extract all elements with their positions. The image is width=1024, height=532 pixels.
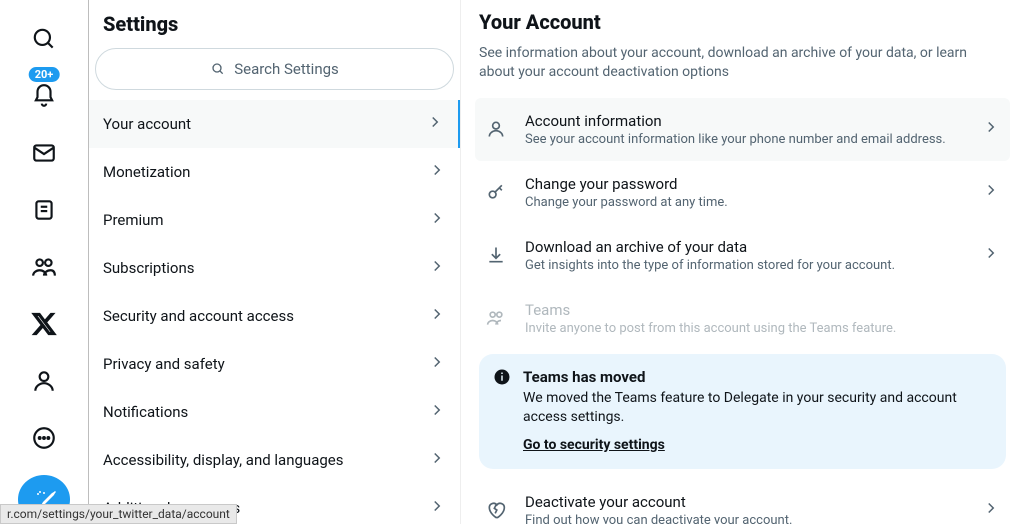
settings-item-security[interactable]: Security and account access [89, 292, 460, 340]
search-icon [210, 61, 226, 77]
settings-item-monetization[interactable]: Monetization [89, 148, 460, 196]
detail-subtitle: See information about your account, down… [475, 44, 1010, 98]
notice-link[interactable]: Go to security settings [523, 437, 990, 453]
chevron-right-icon [428, 449, 446, 471]
settings-item-privacy[interactable]: Privacy and safety [89, 340, 460, 388]
nav-rail: 20+ [0, 0, 88, 524]
detail-item-teams: Teams Invite anyone to post from this ac… [475, 287, 1010, 350]
detail-item-title: Download an archive of your data [525, 238, 964, 256]
search-settings-input[interactable]: Search Settings [95, 48, 454, 90]
profile-nav-icon[interactable] [19, 357, 69, 404]
search-nav-icon[interactable] [19, 16, 69, 63]
settings-item-label: Privacy and safety [103, 355, 225, 373]
detail-item-download-archive[interactable]: Download an archive of your data Get ins… [475, 224, 1010, 287]
chevron-right-icon [428, 497, 446, 519]
detail-item-account-info[interactable]: Account information See your account inf… [475, 98, 1010, 161]
notifications-nav-icon[interactable]: 20+ [19, 73, 69, 120]
chevron-right-icon [428, 305, 446, 327]
detail-item-desc: Find out how you can deactivate your acc… [525, 513, 964, 524]
chevron-right-icon [428, 257, 446, 279]
search-placeholder: Search Settings [234, 60, 339, 78]
settings-item-subscriptions[interactable]: Subscriptions [89, 244, 460, 292]
settings-item-label: Monetization [103, 163, 190, 181]
x-logo-nav-icon[interactable] [19, 301, 69, 348]
chevron-right-icon [428, 353, 446, 375]
detail-column: Your Account See information about your … [461, 0, 1024, 524]
chevron-right-icon [426, 113, 444, 135]
settings-list: Your account Monetization Premium Subscr… [89, 100, 460, 532]
chevron-right-icon [428, 209, 446, 231]
detail-item-desc: Get insights into the type of informatio… [525, 258, 964, 273]
chevron-right-icon [982, 181, 1000, 203]
status-bar-url: r.com/settings/your_twitter_data/account [0, 504, 237, 524]
person-icon [485, 119, 507, 139]
people-icon [485, 308, 507, 328]
messages-nav-icon[interactable] [19, 130, 69, 177]
settings-title: Settings [89, 6, 460, 48]
detail-item-desc: See your account information like your p… [525, 132, 964, 147]
chevron-right-icon [428, 401, 446, 423]
detail-title: Your Account [475, 6, 1010, 44]
chevron-right-icon [982, 244, 1000, 266]
settings-item-label: Security and account access [103, 307, 294, 325]
settings-item-notifications[interactable]: Notifications [89, 388, 460, 436]
chevron-right-icon [982, 118, 1000, 140]
detail-item-deactivate[interactable]: Deactivate your account Find out how you… [475, 479, 1010, 524]
detail-item-desc: Change your password at any time. [525, 195, 964, 210]
settings-item-your-account[interactable]: Your account [89, 100, 460, 148]
settings-item-label: Premium [103, 211, 164, 229]
settings-item-accessibility[interactable]: Accessibility, display, and languages [89, 436, 460, 484]
detail-item-title: Deactivate your account [525, 493, 964, 511]
key-icon [485, 182, 507, 202]
detail-item-change-password[interactable]: Change your password Change your passwor… [475, 161, 1010, 224]
chevron-right-icon [982, 499, 1000, 521]
notice-title: Teams has moved [523, 368, 990, 386]
settings-item-label: Accessibility, display, and languages [103, 451, 343, 469]
communities-nav-icon[interactable] [19, 244, 69, 291]
heartbreak-icon [485, 500, 507, 520]
lists-nav-icon[interactable] [19, 187, 69, 234]
teams-moved-notice: Teams has moved We moved the Teams featu… [479, 354, 1006, 469]
settings-item-label: Notifications [103, 403, 188, 421]
detail-item-desc: Invite anyone to post from this account … [525, 321, 1000, 336]
info-icon [493, 368, 511, 386]
more-nav-icon[interactable] [19, 414, 69, 461]
settings-column: Settings Search Settings Your account Mo… [89, 0, 461, 524]
settings-item-premium[interactable]: Premium [89, 196, 460, 244]
chevron-right-icon [428, 161, 446, 183]
notification-badge: 20+ [29, 67, 60, 82]
detail-item-title: Teams [525, 301, 1000, 319]
settings-item-label: Subscriptions [103, 259, 194, 277]
detail-item-title: Account information [525, 112, 964, 130]
notice-body: We moved the Teams feature to Delegate i… [523, 389, 990, 427]
download-icon [485, 245, 507, 265]
detail-item-title: Change your password [525, 175, 964, 193]
settings-item-label: Your account [103, 115, 191, 133]
